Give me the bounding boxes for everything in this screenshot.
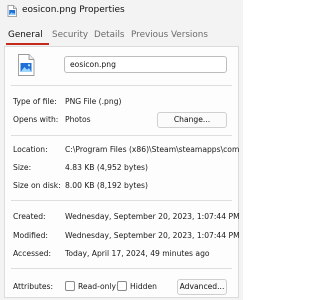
separator [11, 268, 232, 269]
read-only-checkbox[interactable] [65, 281, 75, 291]
separator [11, 85, 232, 86]
image-file-icon [18, 54, 35, 76]
separator [11, 135, 232, 136]
change-button[interactable]: Change... [157, 112, 227, 128]
tab-security[interactable]: Security [52, 30, 88, 40]
separator [11, 200, 232, 201]
size-on-disk-label: Size on disk: [13, 181, 61, 190]
hidden-label: Hidden [130, 282, 157, 291]
type-of-file-label: Type of file: [13, 97, 57, 106]
opens-with-value: Photos [65, 115, 91, 124]
modified-label: Modified: [13, 231, 48, 240]
size-on-disk-value: 8.00 KB (8,192 bytes) [65, 181, 148, 190]
file-name-input[interactable]: eosicon.png [64, 56, 227, 73]
active-tab-indicator [6, 43, 49, 45]
modified-value: Wednesday, September 20, 2023, 1:07:44 P… [65, 231, 240, 240]
accessed-value: Today, April 17, 2024, 49 minutes ago [65, 249, 210, 258]
type-of-file-value: PNG File (.png) [65, 97, 122, 106]
image-file-icon [7, 5, 17, 17]
tab-details[interactable]: Details [94, 30, 125, 40]
attributes-label: Attributes: [13, 282, 54, 291]
window-title: eosicon.png Properties [22, 5, 125, 15]
tab-general[interactable]: General [8, 30, 43, 40]
location-value: C:\Program Files (x86)\Steam\steamapps\c… [65, 145, 239, 154]
tab-previous-versions[interactable]: Previous Versions [131, 30, 208, 40]
accessed-label: Accessed: [13, 249, 52, 258]
size-value: 4.83 KB (4,952 bytes) [65, 163, 148, 172]
general-panel [4, 46, 239, 298]
created-value: Wednesday, September 20, 2023, 1:07:44 P… [65, 212, 240, 221]
opens-with-label: Opens with: [13, 115, 59, 124]
hidden-checkbox[interactable] [117, 281, 127, 291]
location-label: Location: [13, 145, 48, 154]
title-bar: eosicon.png Properties [0, 0, 243, 22]
advanced-button[interactable]: Advanced... [177, 279, 227, 295]
read-only-label: Read-only [78, 282, 117, 291]
properties-window: eosicon.png Properties General Security … [0, 0, 243, 300]
size-label: Size: [13, 163, 32, 172]
created-label: Created: [13, 212, 46, 221]
